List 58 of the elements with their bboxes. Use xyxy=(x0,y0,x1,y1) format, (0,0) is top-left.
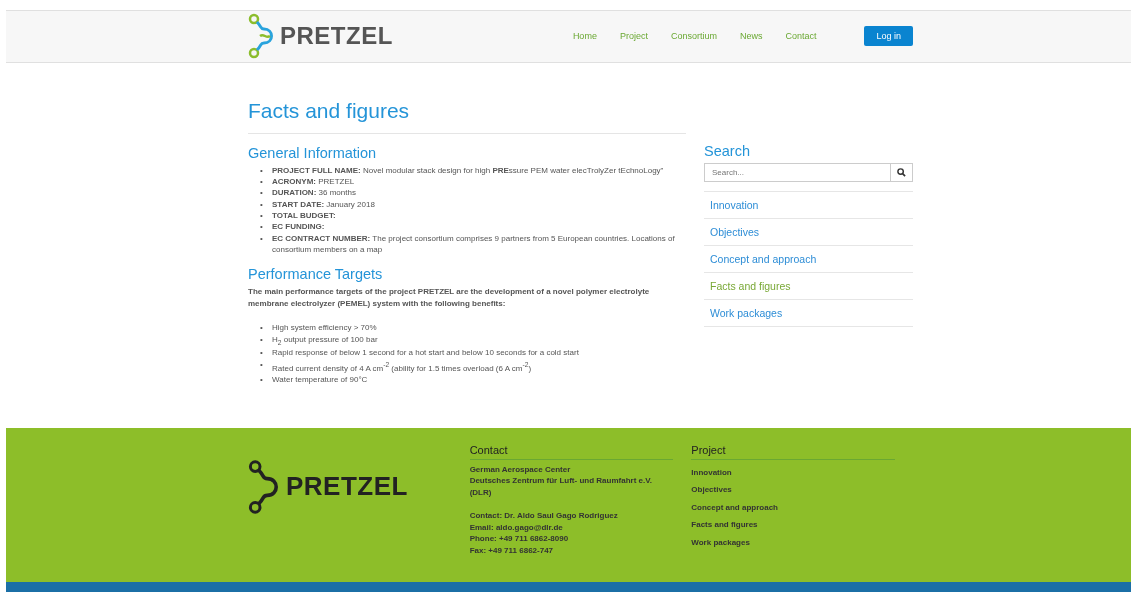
footer-link[interactable]: Facts and figures xyxy=(691,516,895,534)
footer-link[interactable]: Innovation xyxy=(691,463,895,482)
contact-line: Fax: +49 711 6862-747 xyxy=(469,544,555,557)
list-item: START DATE: January 2018 xyxy=(272,198,375,210)
bullet: • xyxy=(260,373,264,385)
contact-line: Email: aldo.gago@dlr.de xyxy=(469,521,564,534)
bullet: • xyxy=(260,221,264,233)
address-line: Deutsches Zentrum für Luft- und Raumfahrt e.V. (DLR) xyxy=(469,475,654,499)
list-item: High system efficiency > 70% xyxy=(272,322,377,334)
logo-text: PRETZEL xyxy=(286,471,408,503)
section-heading: General Information xyxy=(248,144,378,161)
sidebar-link[interactable]: Innovation xyxy=(710,198,759,211)
footer-heading: Project xyxy=(691,443,895,460)
bullet: • xyxy=(260,322,264,334)
bullet: • xyxy=(260,176,264,188)
sidebar-link[interactable]: Objectives xyxy=(710,225,760,238)
list-item: Rapid response of below 1 second for a hot start and below 10 seconds for a cold start xyxy=(272,347,579,359)
list-item: TOTAL BUDGET: xyxy=(272,210,336,222)
bullet: • xyxy=(260,164,264,177)
address-line: German Aerospace Center xyxy=(469,463,572,476)
contact-line: Phone: +49 711 6862-8090 xyxy=(469,533,570,545)
search-button[interactable] xyxy=(891,162,913,182)
list-item: Water temperature of 90°C xyxy=(272,373,368,385)
footer-link[interactable]: Concept and approach xyxy=(691,498,895,517)
list-item: H$_{2}$ output pressure of 100 bar xyxy=(272,333,378,348)
sidebar-link[interactable]: Concept and approach xyxy=(710,252,817,265)
logo-text[interactable]: PRETZEL xyxy=(280,22,393,51)
bullet: • xyxy=(260,358,264,371)
list-item: Rated current density of 4 A cm$^{-2}$ (ability for 1.5 times overload (6 A cm$^{-2}$) xyxy=(272,359,532,374)
intro-text: The main performance targets of the project PRETZEL are the development of a novel polymer electrolyte membrane electrolyzer (PEMEL) system with the following benefits: xyxy=(248,286,651,311)
search-field[interactable]: Search... xyxy=(704,162,891,182)
nav-link[interactable]: Consortium xyxy=(670,31,717,42)
bullet: • xyxy=(260,347,264,359)
search-icon xyxy=(897,167,906,177)
nav-link[interactable]: Contact xyxy=(785,31,817,42)
bullet: • xyxy=(260,232,264,245)
footer-heading: Contact xyxy=(469,443,674,460)
page-title: Facts and figures xyxy=(248,98,686,134)
contact-line: Contact: Dr. Aldo Saul Gago Rodriguez xyxy=(469,510,619,522)
bullet: • xyxy=(260,187,264,199)
bullet: • xyxy=(260,198,264,210)
nav-link[interactable]: News xyxy=(739,31,763,42)
sidebar-link[interactable]: Facts and figures xyxy=(710,279,791,292)
sidebar-link[interactable]: Work packages xyxy=(710,306,783,319)
list-item: ACRONYM: PRETZEL xyxy=(272,176,355,188)
footer-link[interactable]: Objectives xyxy=(691,481,895,499)
list-item: EC FUNDING: xyxy=(272,221,325,233)
section-heading: Performance Targets xyxy=(248,266,384,283)
bullet: • xyxy=(260,210,264,222)
login-button[interactable]: Log in xyxy=(864,26,913,47)
sidebar-heading: Search xyxy=(704,142,751,159)
nav-link[interactable]: Home xyxy=(572,31,597,42)
footer-link[interactable]: Work packages xyxy=(691,533,895,552)
list-item: EC CONTRACT NUMBER: The project consortium comprises 9 partners from 5 European countries. Locations of consortium members on a map xyxy=(272,232,676,256)
list-item: PROJECT FULL NAME: Novel modular stack design for high PREssure PEM water elecTrolyZer tEchnoLogy" xyxy=(272,164,664,177)
nav-link[interactable]: Project xyxy=(619,31,648,42)
bullet: • xyxy=(260,333,264,346)
list-item: DURATION: 36 months xyxy=(272,187,356,199)
